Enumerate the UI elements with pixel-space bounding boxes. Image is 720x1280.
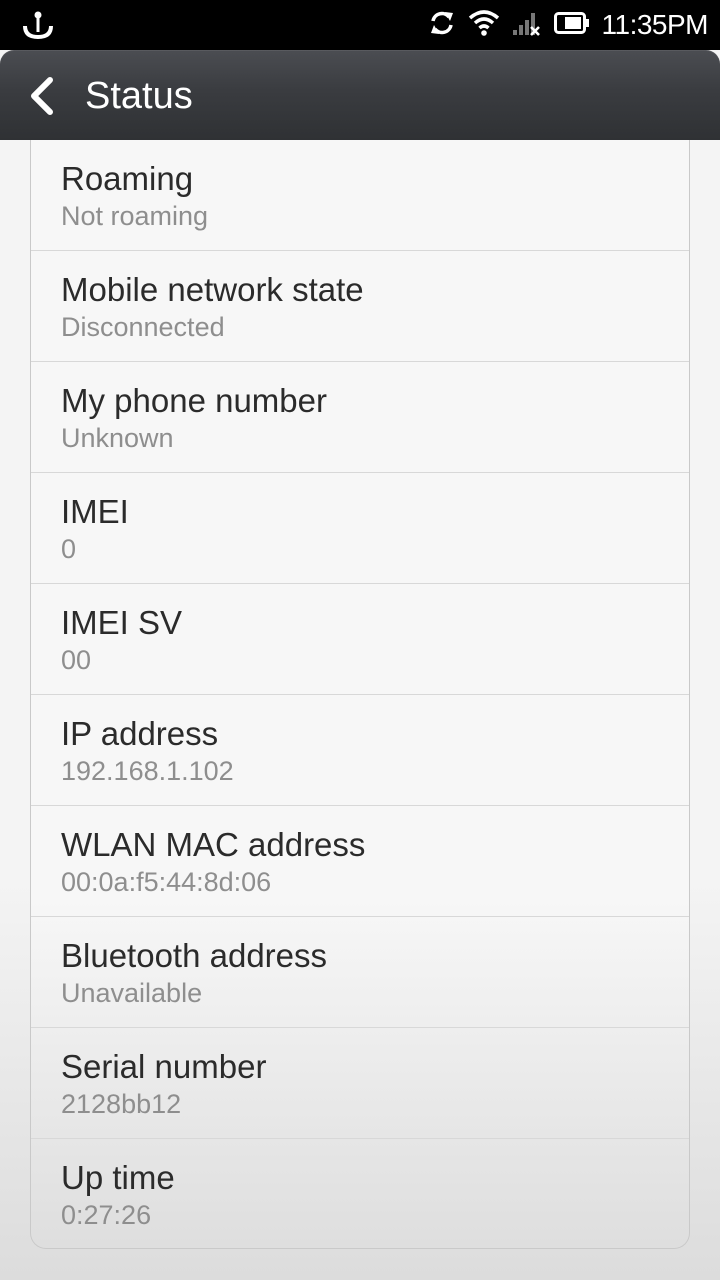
item-value: 00:0a:f5:44:8d:06 [61, 867, 272, 897]
usb-anchor-icon [22, 10, 54, 40]
item-title: IP address [61, 715, 219, 752]
item-title: Roaming [61, 160, 194, 197]
item-value: 2128bb12 [61, 1089, 182, 1119]
back-button[interactable] [24, 74, 64, 118]
chevron-left-icon [31, 77, 53, 115]
item-value: 0:27:26 [61, 1200, 152, 1230]
item-title: IMEI SV [61, 604, 183, 641]
list-item-mobile-network-state[interactable]: Mobile network state Disconnected [31, 251, 689, 362]
item-title: WLAN MAC address [61, 826, 366, 863]
status-time: 11:35PM [601, 9, 709, 40]
item-title: My phone number [61, 382, 327, 419]
wifi-icon [468, 9, 500, 41]
battery-icon [553, 11, 590, 39]
list-item-bluetooth-address[interactable]: Bluetooth address Unavailable [31, 917, 689, 1028]
list-item-roaming[interactable]: Roaming Not roaming [31, 140, 689, 251]
item-value: Not roaming [61, 201, 209, 231]
action-bar: Status [0, 50, 720, 140]
list-item-up-time[interactable]: Up time 0:27:26 [31, 1139, 689, 1248]
item-title: IMEI [61, 493, 129, 530]
status-bar: 11:35PM [0, 0, 720, 50]
item-value: 00 [61, 645, 92, 675]
list-item-serial-number[interactable]: Serial number 2128bb12 [31, 1028, 689, 1139]
list-item-phone-number[interactable]: My phone number Unknown [31, 362, 689, 473]
list-item-imei[interactable]: IMEI 0 [31, 473, 689, 584]
sync-icon [428, 9, 456, 41]
list-item-ip-address[interactable]: IP address 192.168.1.102 [31, 695, 689, 806]
page-title: Status [85, 75, 193, 117]
item-title: Mobile network state [61, 271, 364, 308]
list-item-wlan-mac-address[interactable]: WLAN MAC address 00:0a:f5:44:8d:06 [31, 806, 689, 917]
item-value: Disconnected [61, 312, 225, 342]
item-title: Serial number [61, 1048, 267, 1085]
item-title: Bluetooth address [61, 937, 328, 974]
list-item-imei-sv[interactable]: IMEI SV 00 [31, 584, 689, 695]
item-value: 0 [61, 534, 77, 564]
status-list: Roaming Not roaming Mobile network state… [30, 140, 690, 1249]
item-title: Up time [61, 1159, 175, 1196]
signal-no-service-icon [512, 9, 542, 41]
item-value: Unavailable [61, 978, 203, 1008]
item-value: Unknown [61, 423, 174, 453]
item-value: 192.168.1.102 [61, 756, 234, 786]
